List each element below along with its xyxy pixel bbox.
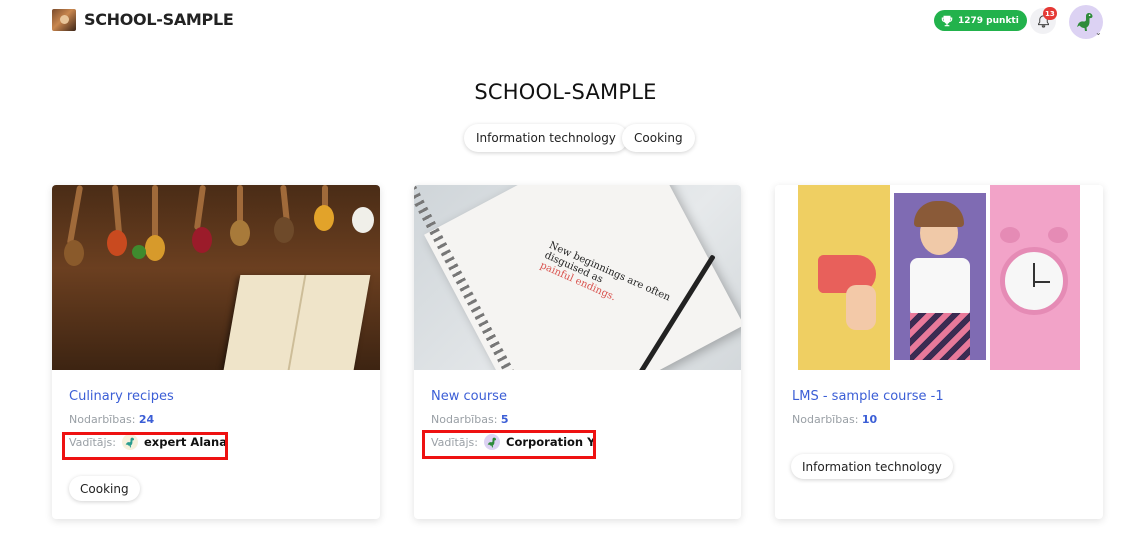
course-image-spices xyxy=(52,185,380,370)
brand-name[interactable]: SCHOOL-SAMPLE xyxy=(84,10,234,29)
activities-label: Nodarbības: xyxy=(792,413,859,426)
activities-number: 24 xyxy=(138,413,155,426)
category-chip-cooking[interactable]: Cooking xyxy=(622,124,695,152)
course-title[interactable]: Culinary recipes xyxy=(69,389,174,404)
chevron-down-icon[interactable]: ⌄ xyxy=(1095,28,1102,37)
notification-count-badge: 13 xyxy=(1043,7,1057,20)
course-card-culinary-recipes[interactable]: Culinary recipes Nodarbības: 24 Vadītājs… xyxy=(52,185,380,519)
school-logo[interactable] xyxy=(52,9,76,31)
course-title[interactable]: LMS - sample course -1 xyxy=(792,389,944,404)
activities-count: Nodarbības: 5 xyxy=(431,413,509,426)
course-title[interactable]: New course xyxy=(431,389,507,404)
course-tag-cooking[interactable]: Cooking xyxy=(69,476,140,501)
activities-number: 5 xyxy=(500,413,509,426)
activities-count: Nodarbības: 24 xyxy=(69,413,154,426)
trophy-icon xyxy=(941,15,953,26)
course-card-new-course[interactable]: New beginnings are often disguised as pa… xyxy=(414,185,741,519)
points-badge[interactable]: 1279 punkti xyxy=(934,10,1027,31)
points-label: 1279 punkti xyxy=(958,15,1019,26)
category-chip-information-technology[interactable]: Information technology xyxy=(464,124,628,152)
activities-label: Nodarbības: xyxy=(431,413,498,426)
top-header: SCHOOL-SAMPLE 1279 punkti 13 ⌄ xyxy=(0,0,1131,44)
course-card-lms-sample[interactable]: LMS - sample course -1 Nodarbības: 10 In… xyxy=(775,185,1103,519)
activities-count: Nodarbības: 10 xyxy=(792,413,877,426)
course-tag-information-technology[interactable]: Information technology xyxy=(791,454,953,479)
course-image-collage xyxy=(775,185,1103,370)
course-image-notebook: New beginnings are often disguised as pa… xyxy=(414,185,741,370)
highlight-box xyxy=(62,432,228,460)
page-title: SCHOOL-SAMPLE xyxy=(474,80,657,104)
activities-label: Nodarbības: xyxy=(69,413,136,426)
highlight-box xyxy=(422,430,596,459)
activities-number: 10 xyxy=(861,413,878,426)
